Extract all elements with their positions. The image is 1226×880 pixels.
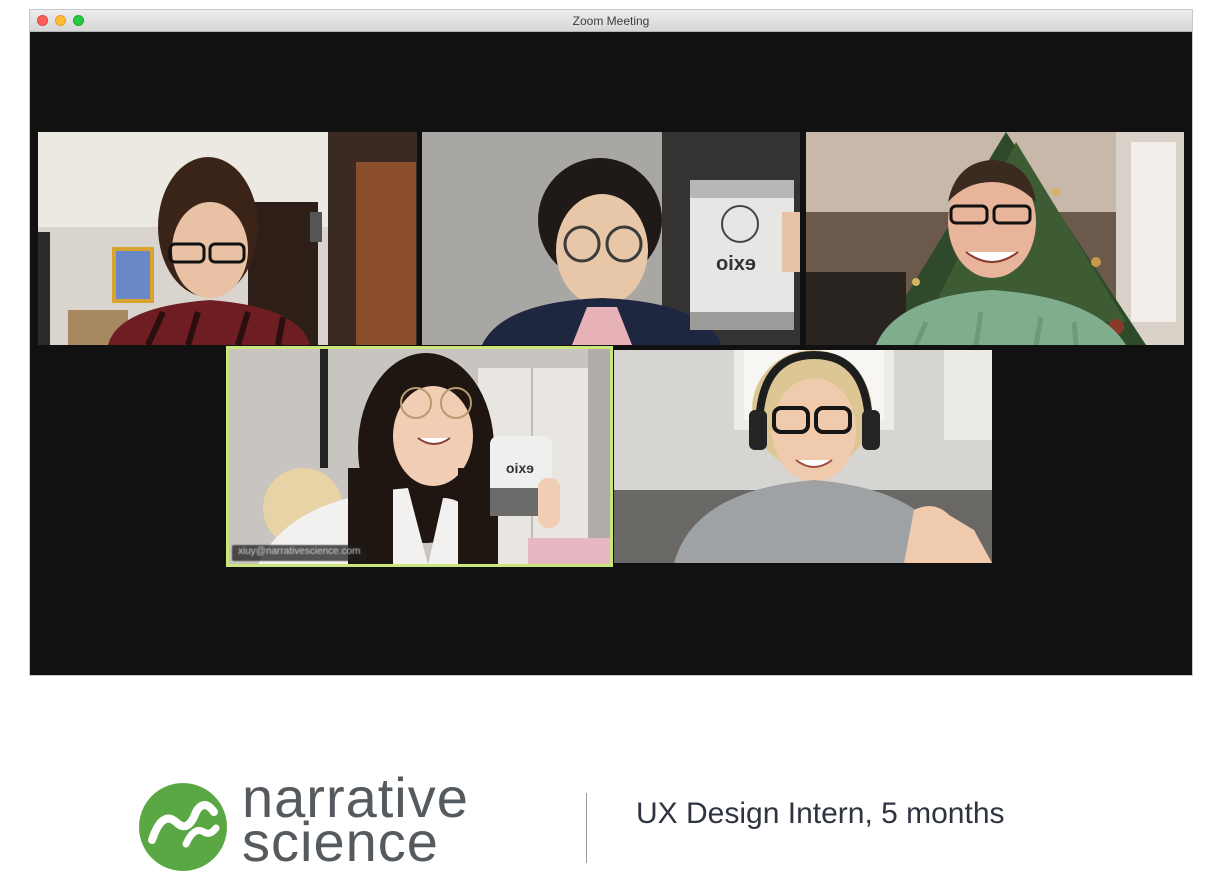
participant-video-2-image: exio xyxy=(422,132,800,345)
participant-video-5[interactable] xyxy=(614,350,992,563)
footer-divider xyxy=(586,793,587,863)
logo-text-science: science xyxy=(242,810,439,873)
participant-video-4-active[interactable]: exio xiuy@narrativescience.com xyxy=(226,346,613,567)
role-description: UX Design Intern, 5 months xyxy=(636,797,1005,830)
participant-video-3[interactable] xyxy=(806,132,1184,345)
participant-video-4-image: exio xyxy=(228,348,611,565)
participant-video-1[interactable] xyxy=(38,132,417,345)
title-bar: Zoom Meeting xyxy=(30,10,1192,32)
participant-video-5-image xyxy=(614,350,992,563)
mug-text: exio xyxy=(506,460,534,476)
participant-video-1-image xyxy=(38,132,417,345)
window-title: Zoom Meeting xyxy=(572,14,650,28)
participant-video-2[interactable]: exio xyxy=(422,132,800,345)
narrative-science-logo: narrative science xyxy=(138,770,498,874)
logo-mark-icon xyxy=(139,783,227,871)
mug-text: exio xyxy=(716,253,756,275)
zoom-window: Zoom Meeting exio exio xiuy@narrativesci… xyxy=(30,10,1192,675)
participant-name-tag: xiuy@narrativescience.com xyxy=(232,545,367,561)
participant-video-3-image xyxy=(806,132,1184,345)
